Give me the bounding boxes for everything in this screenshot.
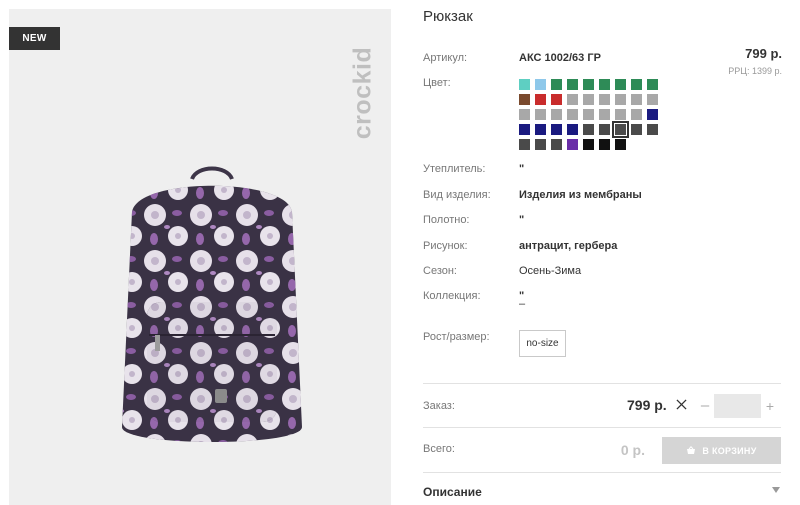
color-swatch[interactable] [631, 79, 642, 90]
color-swatch[interactable] [583, 139, 594, 150]
color-swatch[interactable] [519, 79, 530, 90]
quantity-increase-button[interactable]: + [763, 396, 777, 416]
new-badge: NEW [9, 27, 60, 50]
color-swatch[interactable] [647, 94, 658, 105]
color-swatch-grid [519, 79, 664, 150]
color-swatch[interactable] [551, 139, 562, 150]
product-image[interactable] [97, 157, 327, 457]
color-swatch[interactable] [551, 124, 562, 135]
divider [423, 472, 781, 473]
fabric-label: Полотно: [423, 214, 470, 226]
product-title: Рюкзак [423, 8, 473, 25]
item-type-value: Изделия из мембраны [519, 189, 642, 201]
insulation-label: Утеплитель: [423, 163, 486, 175]
color-swatch[interactable] [535, 94, 546, 105]
color-swatch[interactable] [567, 94, 578, 105]
color-swatch[interactable] [647, 124, 658, 135]
close-icon[interactable] [676, 398, 688, 412]
color-swatch[interactable] [535, 79, 546, 90]
color-swatch[interactable] [615, 94, 626, 105]
price-rrp: РРЦ: 1399 р. [728, 66, 782, 76]
color-swatch[interactable] [551, 109, 562, 120]
color-swatch[interactable] [535, 124, 546, 135]
color-swatch[interactable] [519, 109, 530, 120]
color-swatch[interactable] [583, 94, 594, 105]
fabric-value: " [519, 214, 525, 226]
color-swatch[interactable] [631, 109, 642, 120]
divider [423, 427, 781, 428]
item-type-label: Вид изделия: [423, 189, 491, 201]
color-swatch[interactable] [615, 79, 626, 90]
add-to-cart-label: В КОРЗИНУ [702, 445, 757, 456]
color-swatch[interactable] [583, 109, 594, 120]
basket-icon [687, 446, 696, 454]
total-label: Всего: [423, 443, 455, 455]
insulation-value: " [519, 163, 525, 175]
description-toggle[interactable]: Описание [423, 485, 482, 499]
color-swatch[interactable] [583, 124, 594, 135]
color-label: Цвет: [423, 77, 451, 89]
color-swatch[interactable] [519, 124, 530, 135]
color-swatch[interactable] [599, 94, 610, 105]
color-swatch[interactable] [631, 124, 642, 135]
color-swatch[interactable] [583, 79, 594, 90]
color-swatch[interactable] [519, 94, 530, 105]
total-value: 0 р. [620, 442, 645, 458]
color-swatch[interactable] [599, 124, 610, 135]
add-to-cart-button[interactable]: В КОРЗИНУ [662, 437, 781, 464]
brand-logo: crockid [348, 23, 377, 163]
color-swatch[interactable] [567, 139, 578, 150]
size-label: Рост/размер: [423, 331, 490, 343]
color-swatch[interactable] [612, 121, 629, 138]
size-option-button[interactable]: no-size [519, 330, 566, 357]
color-swatch[interactable] [535, 139, 546, 150]
color-swatch[interactable] [535, 109, 546, 120]
color-swatch[interactable] [615, 139, 626, 150]
article-value: АКС 1002/63 ГР [519, 52, 601, 64]
color-swatch[interactable] [599, 139, 610, 150]
product-image-panel: NEW crockid [9, 9, 391, 505]
collection-value-line2: – [519, 298, 526, 310]
color-swatch[interactable] [519, 139, 530, 150]
collection-label: Коллекция: [423, 290, 481, 302]
quantity-input[interactable] [714, 394, 761, 418]
color-swatch[interactable] [551, 94, 562, 105]
color-swatch[interactable] [599, 109, 610, 120]
color-swatch[interactable] [631, 94, 642, 105]
color-swatch[interactable] [567, 124, 578, 135]
price-main: 799 р. [745, 46, 782, 61]
article-label: Артикул: [423, 52, 468, 64]
color-swatch[interactable] [551, 79, 562, 90]
color-swatch[interactable] [567, 109, 578, 120]
divider [423, 383, 781, 384]
season-value: Осень-Зима [519, 265, 582, 277]
pattern-label: Рисунок: [423, 240, 468, 252]
quantity-decrease-button[interactable]: – [698, 396, 712, 416]
pattern-value: антрацит, гербера [519, 240, 618, 252]
brand-logo-text: crockid [348, 46, 377, 140]
season-label: Сезон: [423, 265, 457, 277]
color-swatch[interactable] [647, 109, 658, 120]
color-swatch[interactable] [615, 109, 626, 120]
order-label: Заказ: [423, 400, 455, 412]
order-price: 799 р. [627, 397, 667, 413]
color-swatch[interactable] [647, 79, 658, 90]
color-swatch[interactable] [567, 79, 578, 90]
chevron-down-icon[interactable] [772, 487, 780, 493]
color-swatch[interactable] [599, 79, 610, 90]
